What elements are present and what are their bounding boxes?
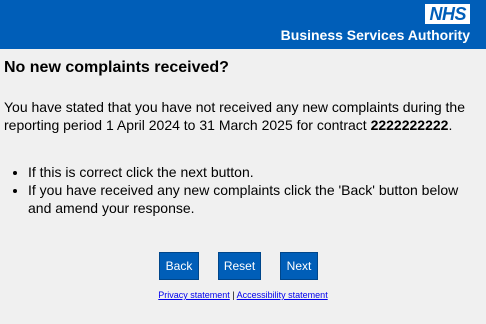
contract-number: 2222222222 [370,117,449,133]
organisation-name: Business Services Authority [280,27,470,43]
nhs-logo: NHS [425,4,470,24]
instruction-item: If you have received any new complaints … [28,181,474,217]
action-area [0,238,486,324]
back-button[interactable]: Back [159,252,199,280]
accessibility-statement-link[interactable]: Accessibility statement [237,290,328,300]
site-header: NHS Business Services Authority [0,0,486,49]
page-title: No new complaints received? [4,59,229,76]
statement-text: You have stated that you have not receiv… [4,98,474,134]
instruction-item: If this is correct click the next button… [28,163,474,181]
footer-links: Privacy statement | Accessibility statem… [0,289,486,301]
next-button[interactable]: Next [280,252,318,280]
link-separator: | [229,290,237,300]
reset-button[interactable]: Reset [218,252,261,280]
privacy-statement-link[interactable]: Privacy statement [158,290,230,300]
statement-end: . [448,117,453,133]
instructions-list: If this is correct click the next button… [4,163,474,217]
